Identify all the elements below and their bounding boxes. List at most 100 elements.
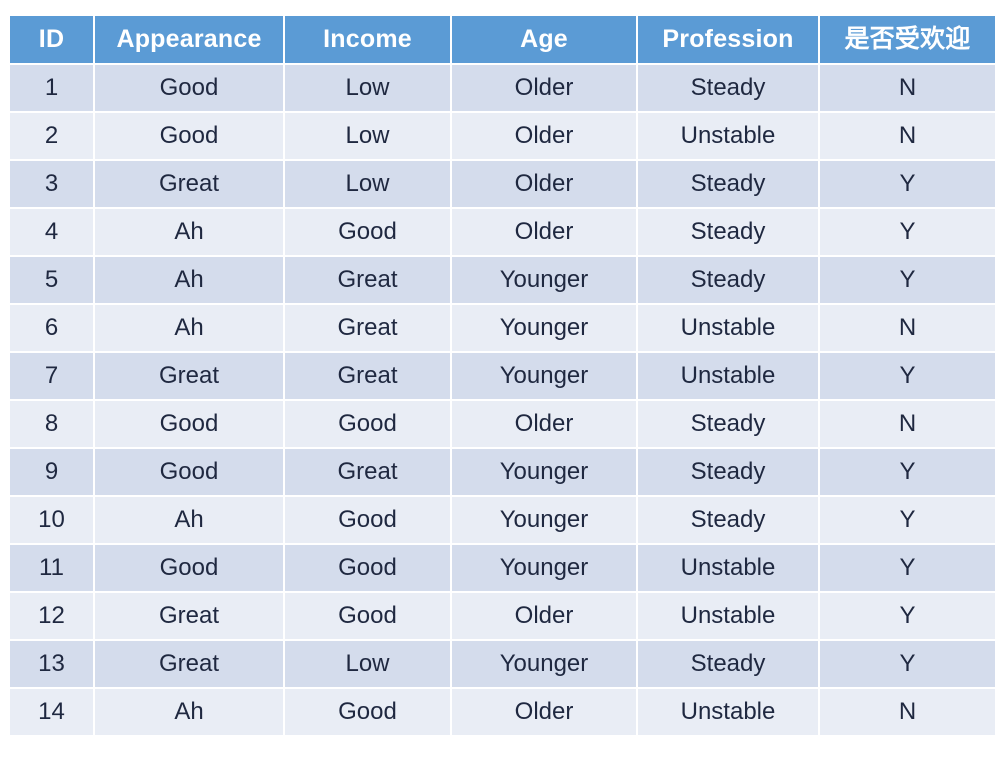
cell-profession: Steady bbox=[638, 257, 818, 303]
cell-appearance: Great bbox=[95, 641, 283, 687]
cell-popular: N bbox=[820, 113, 995, 159]
table-row[interactable]: 13 Great Low Younger Steady Y bbox=[10, 641, 995, 687]
table-row[interactable]: 5 Ah Great Younger Steady Y bbox=[10, 257, 995, 303]
cell-popular: Y bbox=[820, 449, 995, 495]
cell-id: 9 bbox=[10, 449, 93, 495]
cell-id: 3 bbox=[10, 161, 93, 207]
cell-popular: N bbox=[820, 65, 995, 111]
table-row[interactable]: 9 Good Great Younger Steady Y bbox=[10, 449, 995, 495]
cell-appearance: Good bbox=[95, 401, 283, 447]
cell-age: Older bbox=[452, 65, 636, 111]
cell-income: Good bbox=[285, 545, 450, 591]
cell-id: 6 bbox=[10, 305, 93, 351]
table-row[interactable]: 10 Ah Good Younger Steady Y bbox=[10, 497, 995, 543]
cell-age: Younger bbox=[452, 353, 636, 399]
cell-id: 13 bbox=[10, 641, 93, 687]
cell-profession: Steady bbox=[638, 161, 818, 207]
table-row[interactable]: 12 Great Good Older Unstable Y bbox=[10, 593, 995, 639]
cell-age: Younger bbox=[452, 497, 636, 543]
cell-income: Good bbox=[285, 497, 450, 543]
cell-appearance: Good bbox=[95, 545, 283, 591]
table-row[interactable]: 8 Good Good Older Steady N bbox=[10, 401, 995, 447]
cell-id: 8 bbox=[10, 401, 93, 447]
table-row[interactable]: 2 Good Low Older Unstable N bbox=[10, 113, 995, 159]
cell-profession: Steady bbox=[638, 449, 818, 495]
cell-popular: Y bbox=[820, 257, 995, 303]
cell-popular: Y bbox=[820, 161, 995, 207]
cell-age: Older bbox=[452, 593, 636, 639]
cell-appearance: Ah bbox=[95, 209, 283, 255]
cell-popular: Y bbox=[820, 545, 995, 591]
cell-income: Great bbox=[285, 449, 450, 495]
cell-income: Great bbox=[285, 305, 450, 351]
column-header-income[interactable]: Income bbox=[285, 16, 450, 63]
table-row[interactable]: 7 Great Great Younger Unstable Y bbox=[10, 353, 995, 399]
cell-id: 1 bbox=[10, 65, 93, 111]
table-body: 1 Good Low Older Steady N 2 Good Low Older Unstabl… bbox=[10, 65, 995, 735]
cell-appearance: Great bbox=[95, 593, 283, 639]
cell-id: 12 bbox=[10, 593, 93, 639]
column-header-age[interactable]: Age bbox=[452, 16, 636, 63]
cell-income: Good bbox=[285, 689, 450, 735]
cell-popular: Y bbox=[820, 497, 995, 543]
cell-income: Low bbox=[285, 161, 450, 207]
cell-appearance: Ah bbox=[95, 305, 283, 351]
table-row[interactable]: 11 Good Good Younger Unstable Y bbox=[10, 545, 995, 591]
cell-age: Younger bbox=[452, 545, 636, 591]
cell-age: Younger bbox=[452, 305, 636, 351]
cell-id: 10 bbox=[10, 497, 93, 543]
column-header-appearance[interactable]: Appearance bbox=[95, 16, 283, 63]
cell-appearance: Great bbox=[95, 353, 283, 399]
cell-profession: Unstable bbox=[638, 353, 818, 399]
cell-age: Older bbox=[452, 161, 636, 207]
cell-profession: Unstable bbox=[638, 545, 818, 591]
cell-age: Older bbox=[452, 689, 636, 735]
cell-appearance: Ah bbox=[95, 257, 283, 303]
table-row[interactable]: 14 Ah Good Older Unstable N bbox=[10, 689, 995, 735]
cell-profession: Unstable bbox=[638, 689, 818, 735]
cell-income: Low bbox=[285, 641, 450, 687]
cell-age: Younger bbox=[452, 641, 636, 687]
cell-id: 5 bbox=[10, 257, 93, 303]
cell-id: 14 bbox=[10, 689, 93, 735]
cell-income: Low bbox=[285, 113, 450, 159]
cell-age: Older bbox=[452, 401, 636, 447]
cell-age: Younger bbox=[452, 449, 636, 495]
table-row[interactable]: 1 Good Low Older Steady N bbox=[10, 65, 995, 111]
column-header-popular[interactable]: 是否受欢迎 bbox=[820, 16, 995, 63]
cell-appearance: Ah bbox=[95, 689, 283, 735]
cell-profession: Steady bbox=[638, 401, 818, 447]
cell-appearance: Good bbox=[95, 113, 283, 159]
cell-profession: Unstable bbox=[638, 113, 818, 159]
cell-age: Older bbox=[452, 209, 636, 255]
cell-appearance: Great bbox=[95, 161, 283, 207]
data-table: ID Appearance Income Age Profession 是否受欢… bbox=[8, 14, 997, 737]
cell-popular: N bbox=[820, 305, 995, 351]
table-header: ID Appearance Income Age Profession 是否受欢… bbox=[10, 16, 995, 63]
data-table-container: ID Appearance Income Age Profession 是否受欢… bbox=[8, 14, 995, 737]
cell-income: Good bbox=[285, 593, 450, 639]
cell-income: Low bbox=[285, 65, 450, 111]
cell-popular: Y bbox=[820, 593, 995, 639]
cell-popular: Y bbox=[820, 353, 995, 399]
cell-age: Older bbox=[452, 113, 636, 159]
cell-id: 2 bbox=[10, 113, 93, 159]
cell-income: Good bbox=[285, 401, 450, 447]
cell-profession: Unstable bbox=[638, 305, 818, 351]
cell-popular: N bbox=[820, 689, 995, 735]
cell-income: Good bbox=[285, 209, 450, 255]
table-row[interactable]: 3 Great Low Older Steady Y bbox=[10, 161, 995, 207]
column-header-profession[interactable]: Profession bbox=[638, 16, 818, 63]
cell-popular: Y bbox=[820, 209, 995, 255]
column-header-id[interactable]: ID bbox=[10, 16, 93, 63]
cell-profession: Steady bbox=[638, 641, 818, 687]
table-row[interactable]: 6 Ah Great Younger Unstable N bbox=[10, 305, 995, 351]
cell-profession: Steady bbox=[638, 209, 818, 255]
cell-age: Younger bbox=[452, 257, 636, 303]
table-header-row: ID Appearance Income Age Profession 是否受欢… bbox=[10, 16, 995, 63]
cell-popular: Y bbox=[820, 641, 995, 687]
table-row[interactable]: 4 Ah Good Older Steady Y bbox=[10, 209, 995, 255]
cell-income: Great bbox=[285, 353, 450, 399]
cell-id: 11 bbox=[10, 545, 93, 591]
cell-appearance: Good bbox=[95, 449, 283, 495]
